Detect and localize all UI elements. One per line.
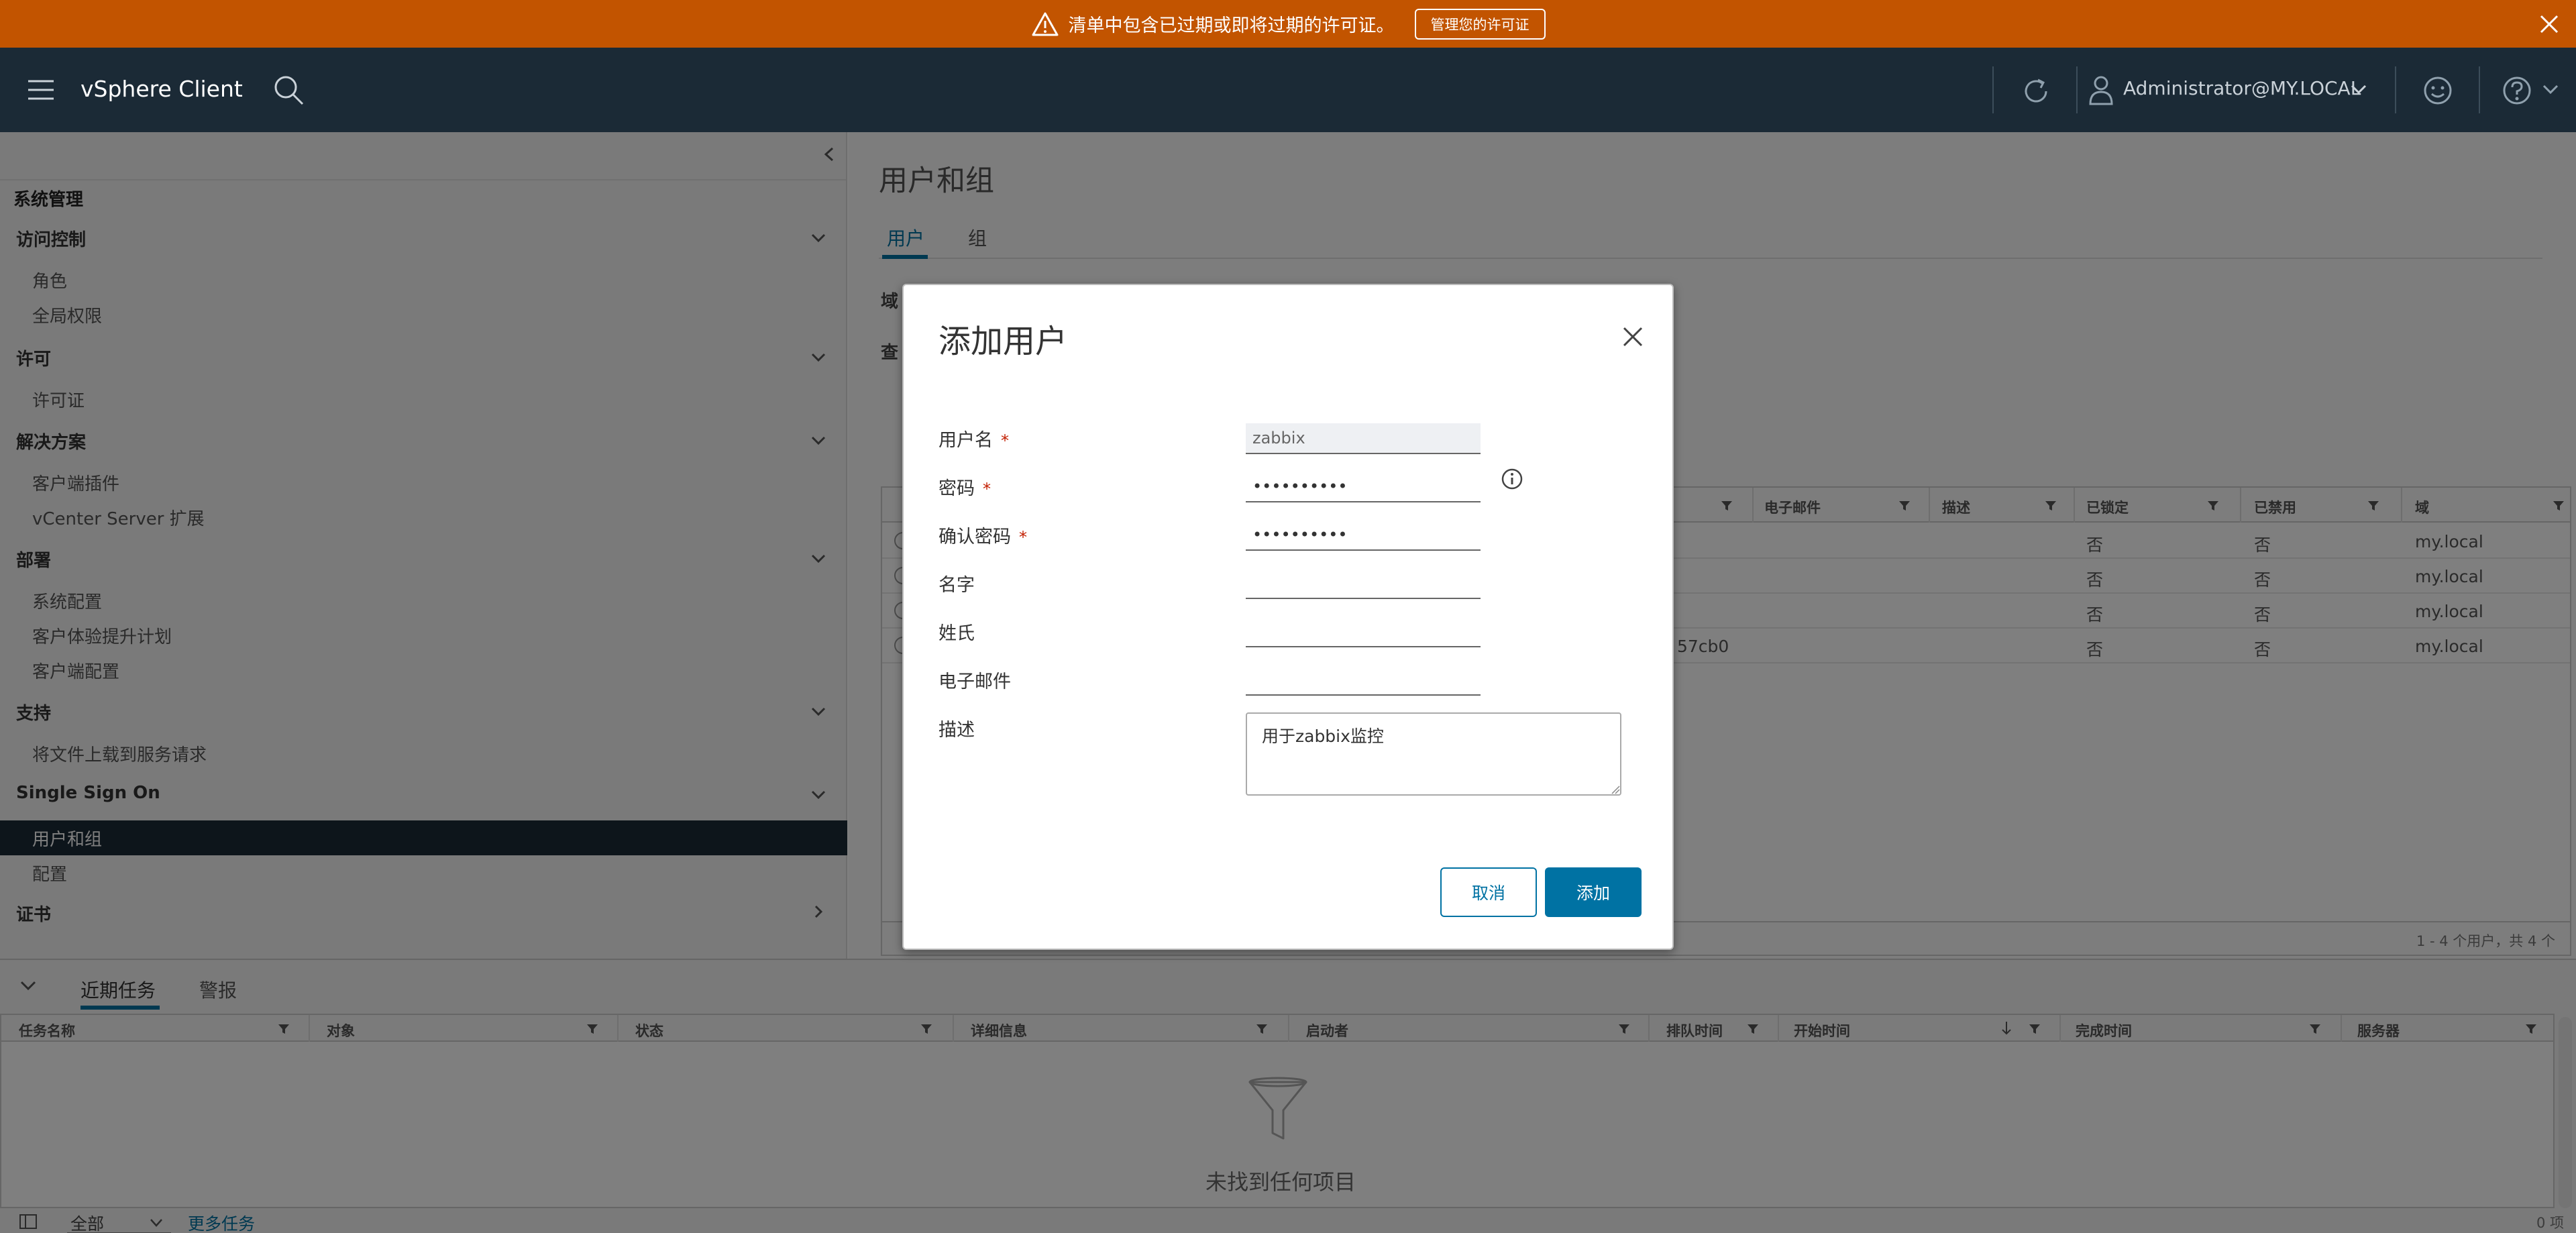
menu-icon[interactable] (27, 78, 55, 102)
app-title[interactable]: vSphere Client (80, 76, 243, 102)
dialog-title: 添加用户 (938, 323, 1068, 360)
cancel-button[interactable]: 取消 (1440, 867, 1537, 917)
add-user-dialog: 添加用户 用户名* 密码* 确认密码* 名字 姓氏 电子邮件 描述 用于zabb… (902, 284, 1674, 950)
username-input[interactable] (1246, 423, 1481, 454)
description-label: 描述 (938, 720, 975, 741)
username-label: 用户名 * (938, 430, 1009, 451)
resize-handle-icon[interactable] (1611, 785, 1620, 794)
description-textarea[interactable]: 用于zabbix监控 (1246, 712, 1621, 796)
last-name-input[interactable] (1246, 616, 1481, 647)
banner-message: 清单中包含已过期或即将过期的许可证。 (1068, 15, 1395, 36)
add-button[interactable]: 添加 (1545, 867, 1642, 917)
header-divider (2395, 66, 2396, 113)
user-menu-label[interactable]: Administrator@MY.LOCAL (2123, 77, 2361, 99)
chevron-down-icon[interactable] (2541, 83, 2560, 96)
header-divider (2479, 66, 2480, 113)
required-mark: * (1001, 431, 1009, 450)
confirm-password-input[interactable] (1246, 520, 1481, 551)
feedback-smiley-icon[interactable] (2422, 74, 2454, 107)
manage-license-button[interactable]: 管理您的许可证 (1414, 8, 1546, 40)
search-icon[interactable] (272, 73, 305, 107)
help-icon[interactable] (2501, 74, 2533, 107)
email-input[interactable] (1246, 665, 1481, 696)
last-name-label: 姓氏 (938, 623, 975, 644)
header-divider (2076, 66, 2078, 113)
required-mark: * (1019, 528, 1027, 547)
banner-close-icon[interactable] (2537, 12, 2561, 36)
password-input[interactable] (1246, 472, 1481, 502)
email-label: 电子邮件 (938, 672, 1011, 692)
first-name-input[interactable] (1246, 568, 1481, 599)
password-label: 密码 * (938, 478, 991, 499)
info-icon[interactable] (1501, 468, 1523, 490)
header-divider (1992, 66, 1994, 113)
required-mark: * (983, 480, 991, 498)
chevron-down-icon[interactable] (2349, 83, 2368, 96)
license-banner: 清单中包含已过期或即将过期的许可证。 管理您的许可证 (0, 0, 2576, 48)
close-icon[interactable] (1621, 325, 1644, 348)
first-name-label: 名字 (938, 575, 975, 596)
warning-icon (1032, 12, 1058, 36)
user-icon[interactable] (2088, 74, 2114, 105)
app-header: vSphere Client Administrator@MY.LOCAL (0, 48, 2576, 132)
refresh-icon[interactable] (2019, 74, 2053, 108)
confirm-password-label: 确认密码 * (938, 527, 1027, 547)
